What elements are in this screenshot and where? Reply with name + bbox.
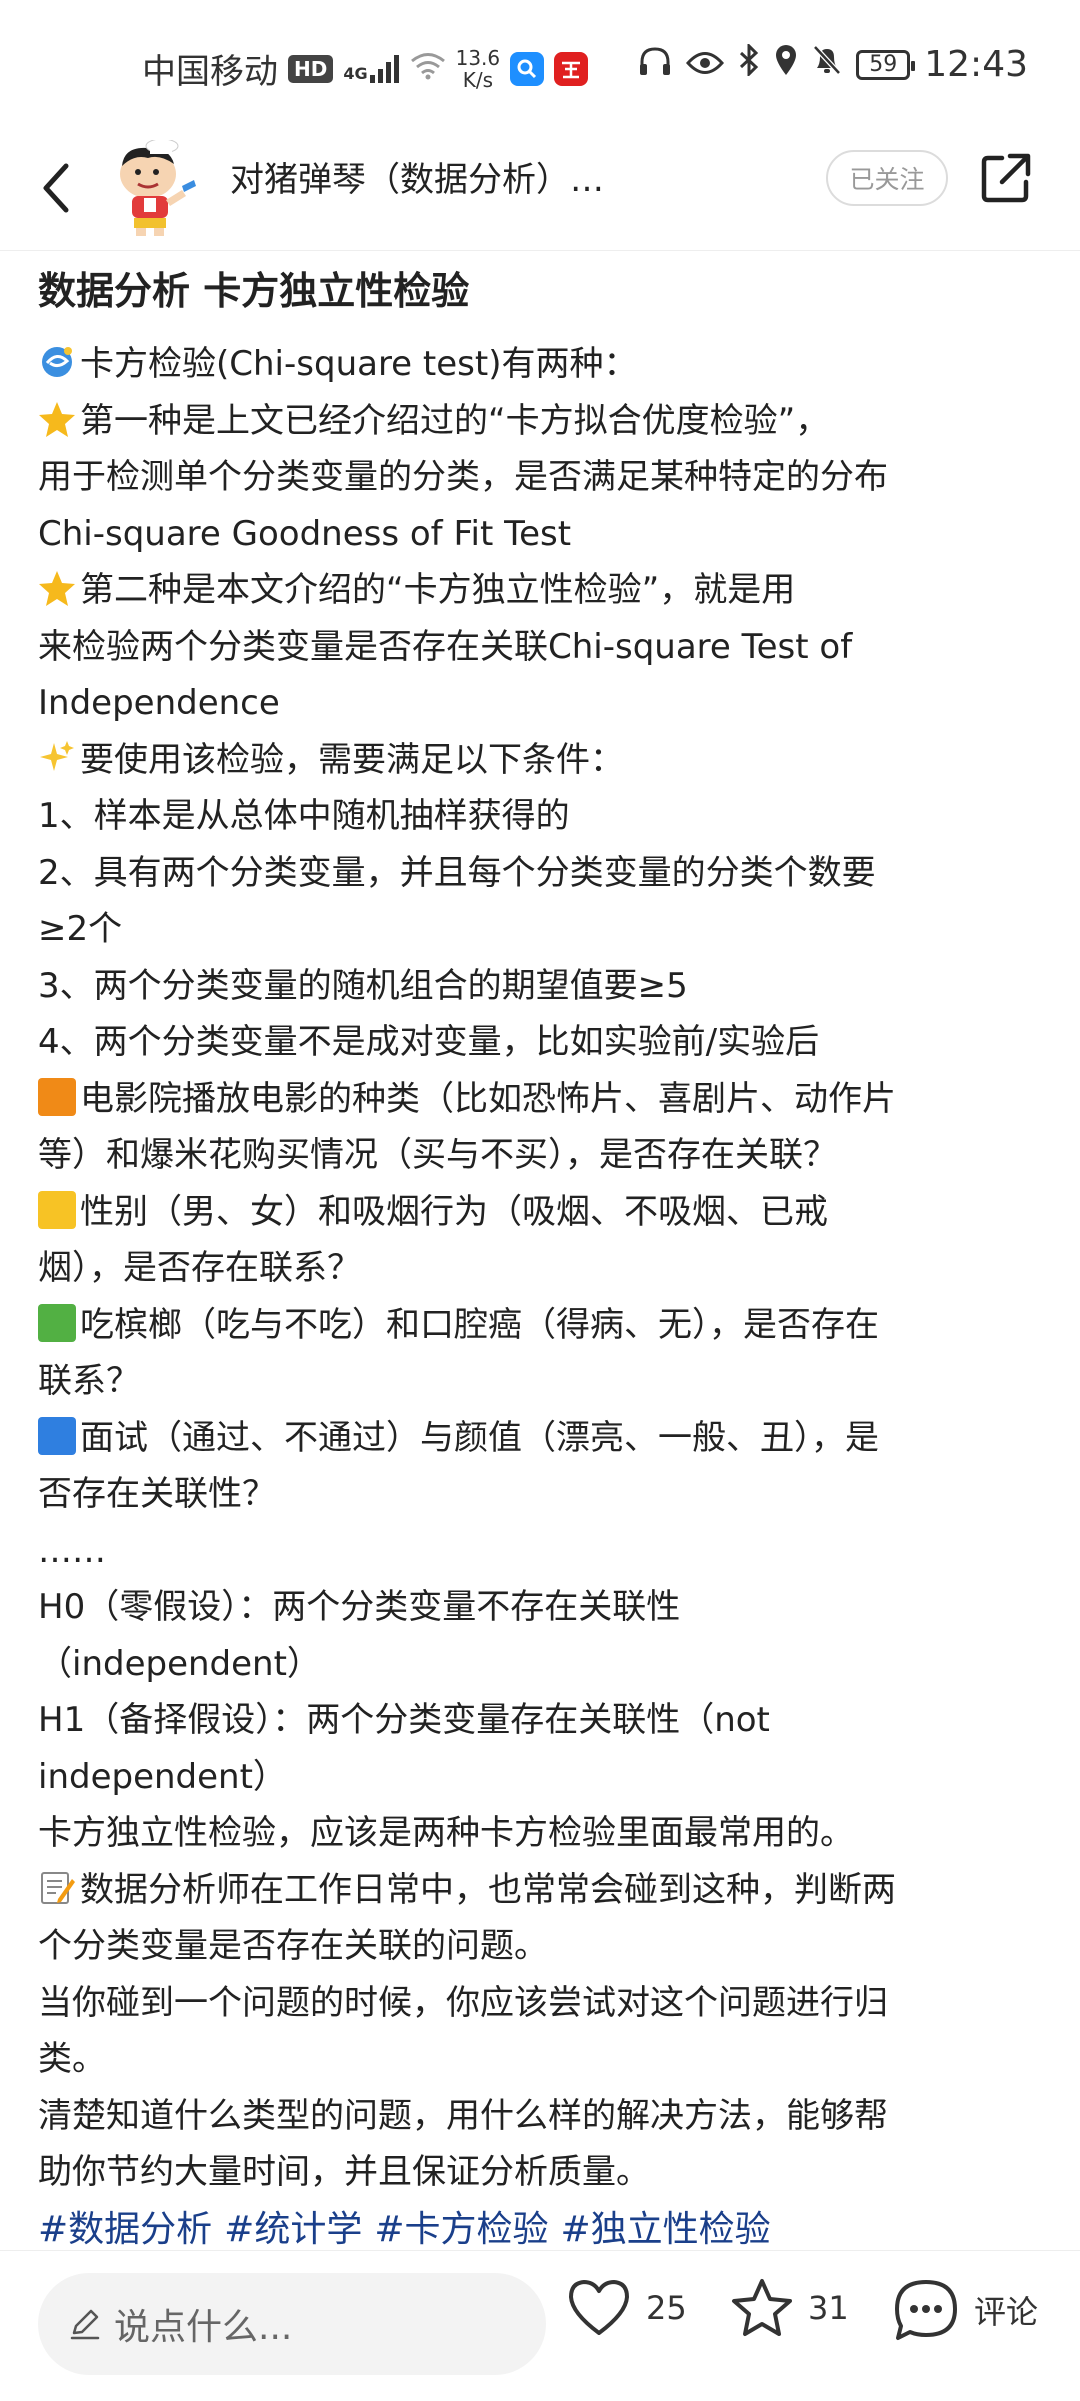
- text-line: Chi-square Goodness of Fit Test: [38, 513, 572, 554]
- eye-icon: [686, 45, 725, 85]
- hashtag-link[interactable]: #数据分析: [38, 2209, 212, 2250]
- orange-square-icon: [38, 1077, 76, 1116]
- search-app-icon: [510, 51, 545, 86]
- text-line: 3、两个分类变量的随机组合的期望值要≥5: [38, 965, 688, 1006]
- text-line: （independent）: [38, 1643, 321, 1684]
- heart-icon: [569, 2280, 629, 2335]
- status-left: 中国移动 HD 4G 13.6 K/s: [142, 44, 589, 93]
- text-line: 联系？: [38, 1361, 140, 1401]
- text-line: H0（零假设）：两个分类变量不存在关联性: [38, 1587, 681, 1627]
- bluetooth-icon: [738, 42, 760, 85]
- text-line: 吃槟榔（吃与不吃）和口腔癌（得病、无），是否存在: [38, 1297, 1042, 1354]
- comment-label: 评论: [974, 2293, 1039, 2331]
- text-line: 用于检测单个分类变量的分类，是否满足某种特定的分布: [38, 457, 888, 497]
- green-square-icon: [38, 1303, 76, 1342]
- text-line: 来检验两个分类变量是否存在关联Chi-square Test of: [38, 626, 853, 667]
- like-button[interactable]: 25: [566, 2277, 687, 2339]
- post-title: 数据分析 卡方独立性检验: [38, 269, 470, 313]
- status-right: 59 12:43: [638, 42, 1028, 85]
- text-line: 烟），是否存在联系？: [38, 1248, 361, 1288]
- favorite-count: 31: [808, 2289, 849, 2327]
- nav-bar: 对猪弹琴（数据分析）… 已关注: [0, 130, 1080, 251]
- text-line: 清楚知道什么类型的问题，用什么样的解决方法，能够帮: [38, 2095, 888, 2136]
- text-line: 当你碰到一个问题的时候，你应该尝试对这个问题进行归: [38, 1982, 888, 2023]
- text-line: 面试（通过、不通过）与颜值（漂亮、一般、丑），是: [38, 1410, 1042, 1467]
- hd-badge: HD: [288, 54, 334, 83]
- text-line: 类。: [38, 2039, 106, 2079]
- star-outline-icon: [732, 2279, 792, 2336]
- star-icon: [39, 571, 75, 606]
- text-line: 要使用该检验，需要满足以下条件：: [38, 732, 1042, 789]
- text-line: 电影院播放电影的种类（比如恐怖片、喜剧片、动作片: [38, 1071, 1042, 1128]
- like-count: 25: [646, 2289, 687, 2327]
- share-icon[interactable]: [980, 152, 1032, 204]
- bottom-action-bar: 说点什么... 25 31 评论: [0, 2250, 1080, 2401]
- headphones-icon: [638, 45, 672, 85]
- text-line: 性别（男、女）和吸烟行为（吸烟、不吸烟、已戒: [38, 1184, 1042, 1241]
- post-body: 卡方检验(Chi-square test)有两种： 第一种是上文已经介绍过的“卡…: [38, 336, 1042, 2201]
- back-arrow-icon[interactable]: [36, 158, 76, 218]
- text-line: 第一种是上文已经介绍过的“卡方拟合优度检验”，: [38, 393, 1042, 450]
- pencil-icon: [70, 2309, 100, 2340]
- text-line: 否存在关联性？: [38, 1474, 276, 1514]
- text-line: 第二种是本文介绍的“卡方独立性检验”，就是用: [38, 562, 1042, 619]
- dizzy-icon: [42, 347, 72, 377]
- hashtag-link[interactable]: #统计学: [224, 2209, 362, 2250]
- text-line: 卡方检验(Chi-square test)有两种：: [38, 336, 1042, 393]
- status-bar: 中国移动 HD 4G 13.6 K/s 59 12:43: [0, 0, 1080, 130]
- hashtag-link[interactable]: #独立性检验: [561, 2209, 771, 2250]
- text-line: 卡方独立性检验，应该是两种卡方检验里面最常用的。: [38, 1813, 854, 1853]
- hashtag-link[interactable]: #卡方检验: [374, 2209, 548, 2250]
- speed-value: 13.6: [455, 45, 501, 70]
- text-line: independent）: [38, 1756, 287, 1797]
- text-line: ≥2个: [38, 909, 123, 949]
- text-line: H1（备择假设）：两个分类变量存在关联性（not: [38, 1700, 770, 1740]
- location-icon: [774, 44, 798, 85]
- comment-input[interactable]: 说点什么...: [38, 2273, 546, 2375]
- wifi-icon: [410, 49, 446, 89]
- carrier-name: 中国移动: [142, 52, 278, 92]
- text-line: 个分类变量是否存在关联的问题。: [38, 1926, 548, 1966]
- text-line: 4、两个分类变量不是成对变量，比如实验前/实验后: [38, 1022, 820, 1062]
- clock: 12:43: [924, 44, 1028, 85]
- comment-button[interactable]: 评论: [892, 2277, 1038, 2343]
- sparkles-icon: [40, 740, 74, 771]
- comment-bubble-icon: [895, 2280, 957, 2340]
- tag-list: #数据分析 #统计学 #卡方检验 #独立性检验: [38, 2203, 1042, 2257]
- text-line: 1、样本是从总体中随机抽样获得的: [38, 796, 570, 836]
- memo-icon: [41, 1871, 75, 1904]
- star-icon: [39, 401, 75, 437]
- mute-bell-icon: [812, 44, 842, 85]
- signal-icon: 4G: [343, 54, 399, 83]
- network-speed: 13.6 K/s: [456, 47, 501, 91]
- text-line: 等）和爆米花购买情况（买与不买），是否存在关联？: [38, 1135, 837, 1175]
- text-line: Independence: [38, 683, 280, 723]
- yellow-square-icon: [38, 1190, 76, 1229]
- battery-icon: 59: [856, 49, 916, 80]
- author-name[interactable]: 对猪弹琴（数据分析）…: [230, 152, 810, 201]
- text-line: 2、具有两个分类变量，并且每个分类变量的分类个数要: [38, 852, 876, 893]
- speed-unit: K/s: [462, 67, 494, 92]
- battery-level: 59: [869, 52, 898, 77]
- avatar[interactable]: [104, 140, 200, 240]
- follow-button[interactable]: 已关注: [826, 150, 948, 206]
- favorite-button[interactable]: 31: [730, 2277, 849, 2339]
- text-line: 助你节约大量时间，并且保证分析质量。: [38, 2152, 650, 2192]
- study-app-icon: [554, 51, 589, 86]
- text-line: ……: [38, 1530, 106, 1571]
- comment-placeholder: 说点什么...: [114, 2307, 293, 2348]
- post-content: 数据分析 卡方独立性检验 卡方检验(Chi-square test)有两种： 第…: [38, 264, 1042, 2257]
- network-type: 4G: [343, 63, 368, 83]
- blue-square-icon: [38, 1416, 76, 1455]
- text-line: 数据分析师在工作日常中，也常常会碰到这种，判断两: [38, 1862, 1042, 1919]
